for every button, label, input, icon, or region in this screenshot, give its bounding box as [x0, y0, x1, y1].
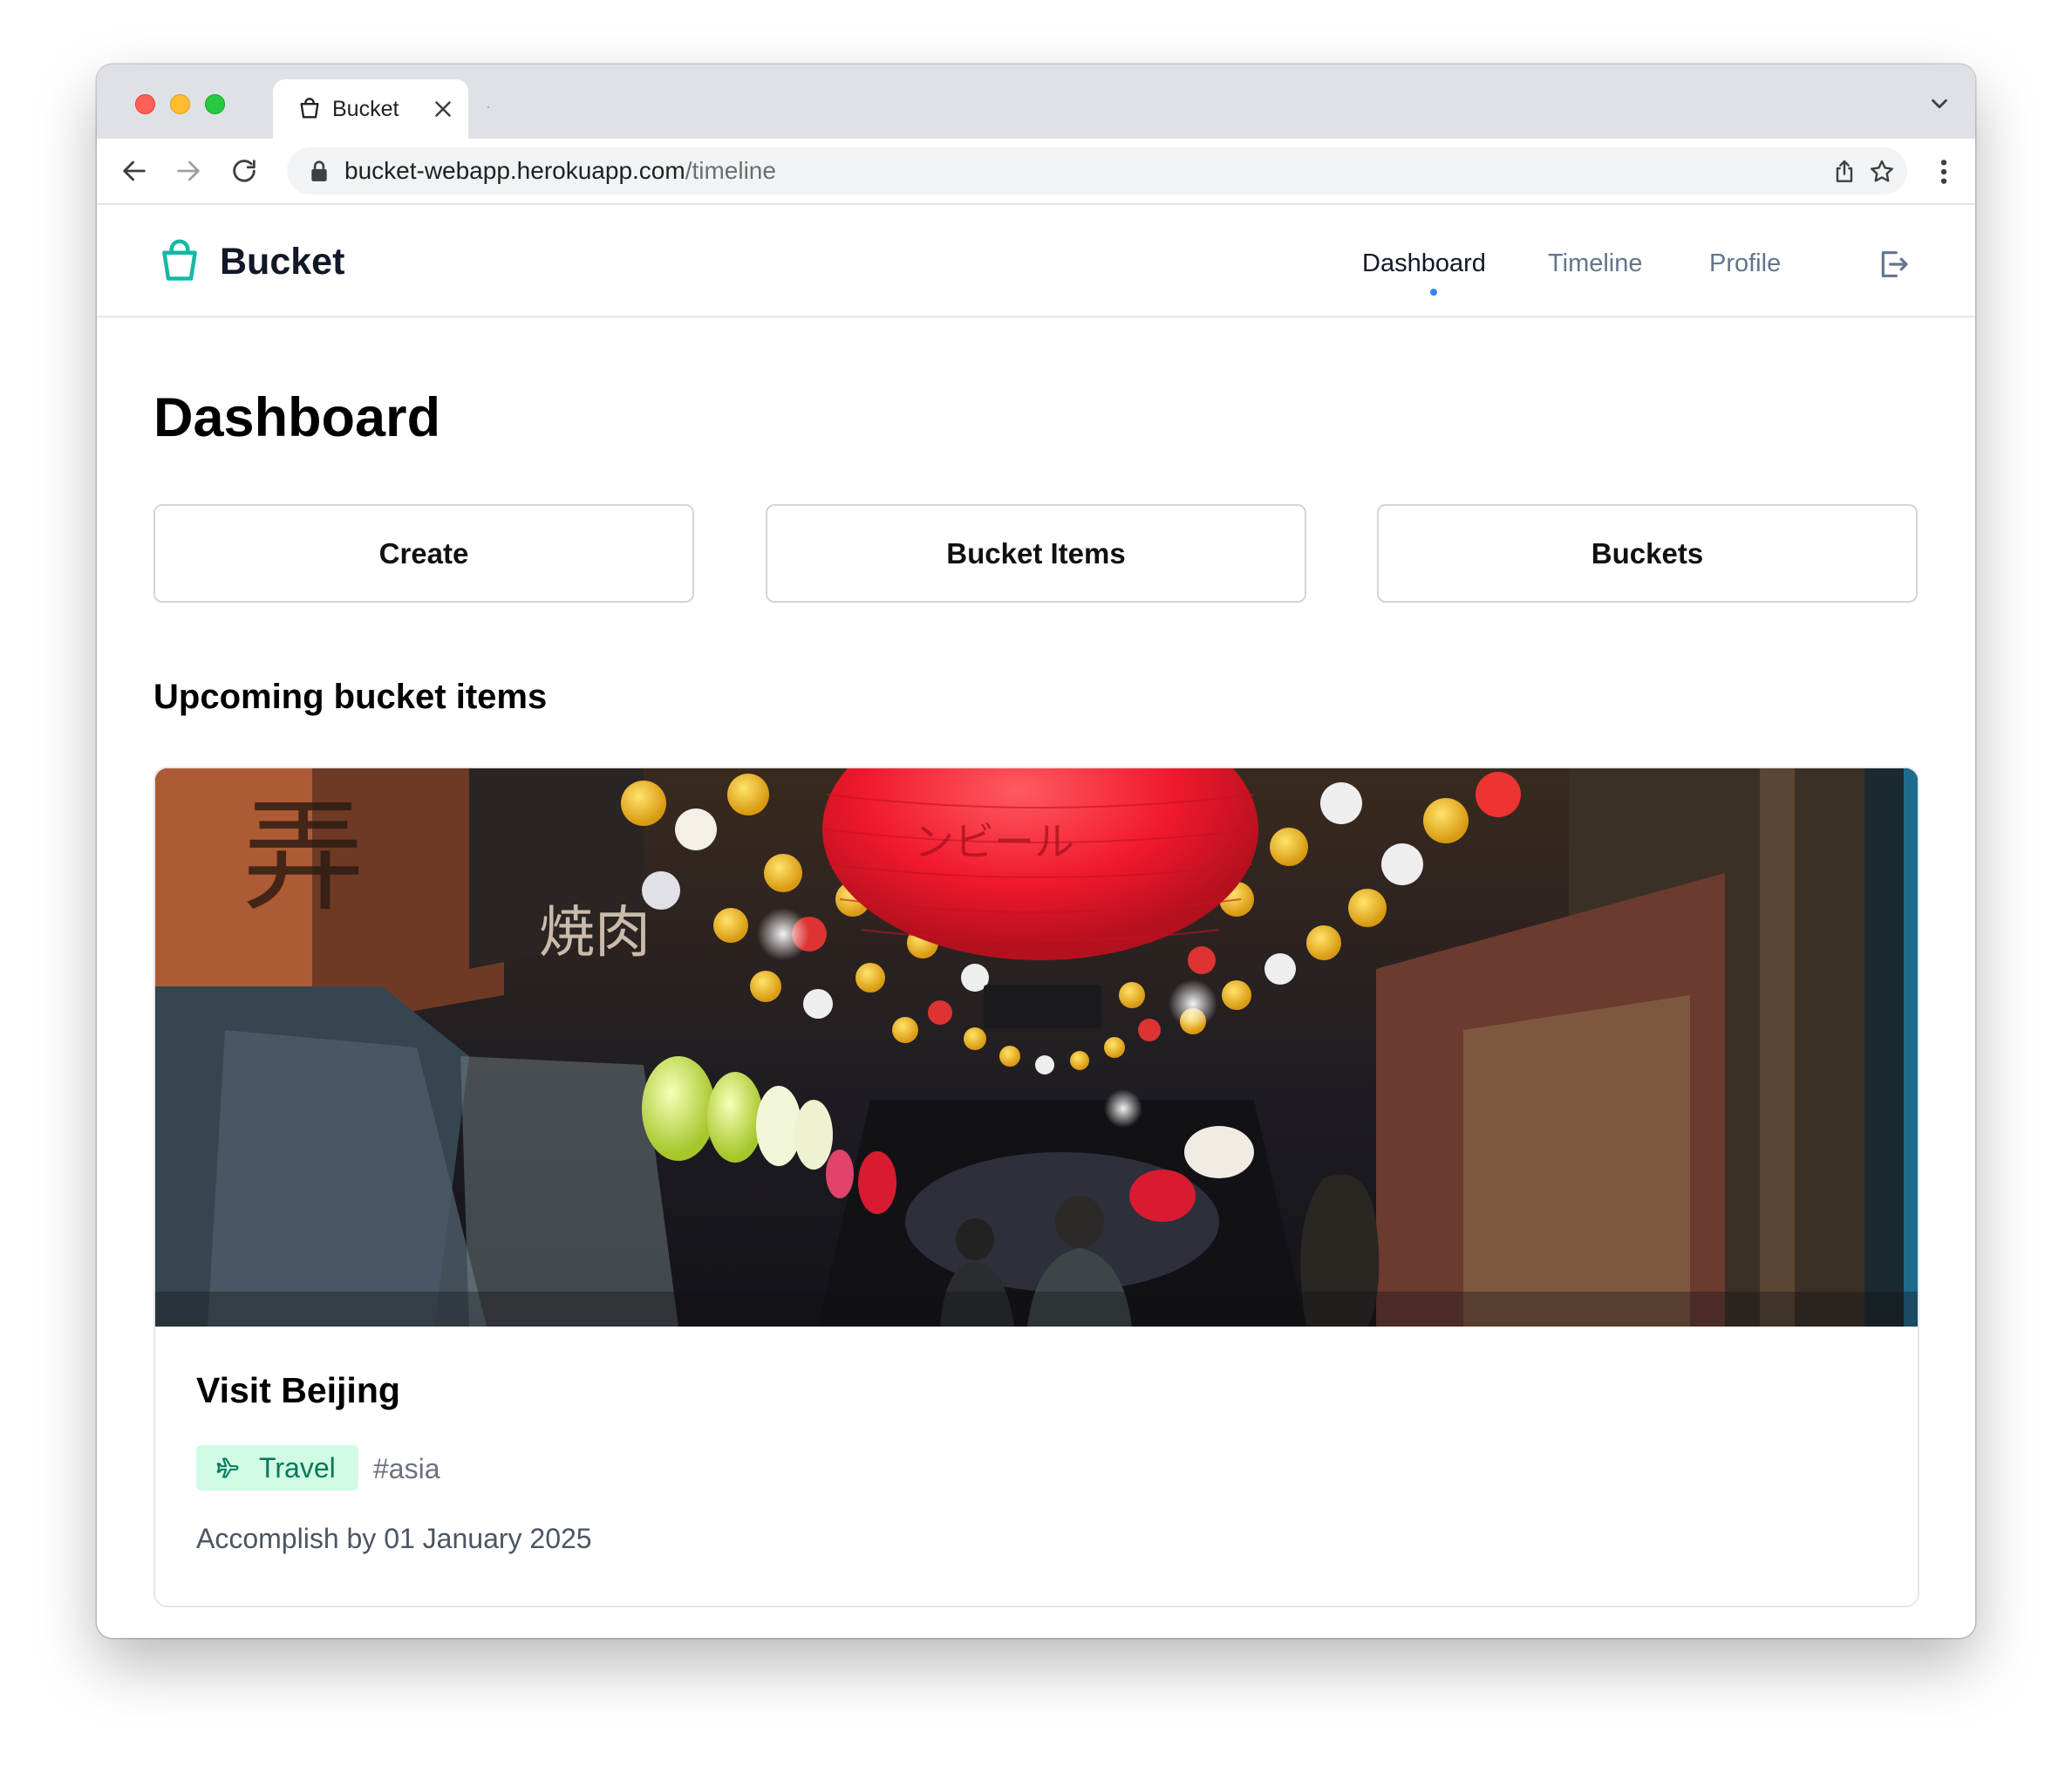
reload-icon[interactable]	[229, 156, 259, 186]
svg-text:焼肉: 焼肉	[539, 901, 651, 965]
logout-icon[interactable]	[1876, 247, 1911, 282]
bucket-logo-icon[interactable]	[160, 238, 200, 283]
minimize-window-button[interactable]	[170, 94, 190, 114]
card-image: 弄 焼肉 ンビール	[155, 768, 1918, 1327]
hashtag[interactable]: #asia	[373, 1453, 440, 1484]
airplane-icon	[216, 1457, 239, 1478]
tab-strip: Bucket	[97, 65, 1975, 139]
app-navbar: Bucket Dashboard Timeline Profile	[97, 205, 1975, 317]
nav-profile[interactable]: Profile	[1709, 249, 1781, 278]
web-page: Bucket Dashboard Timeline Profile Dashbo…	[97, 205, 1975, 1638]
star-icon[interactable]	[1868, 158, 1896, 186]
page-title: Dashboard	[153, 387, 441, 448]
section-title: Upcoming bucket items	[153, 678, 548, 716]
browser-window: Bucket bucket-webapp.herokuapp.com/timel…	[97, 65, 1975, 1638]
url-text[interactable]: bucket-webapp.herokuapp.com/timeline	[344, 158, 776, 184]
buckets-button-label: Buckets	[1591, 536, 1704, 570]
url-path: /timeline	[685, 157, 776, 184]
bucket-items-button-label: Bucket Items	[946, 536, 1126, 570]
back-arrow-icon[interactable]	[119, 156, 149, 186]
buckets-button[interactable]: Buckets	[1377, 504, 1918, 603]
forward-arrow-icon[interactable]	[174, 156, 203, 186]
create-button[interactable]: Create	[153, 504, 694, 603]
close-window-button[interactable]	[135, 94, 155, 114]
chevron-down-icon[interactable]	[1926, 91, 1953, 117]
svg-text:ンビール: ンビール	[914, 818, 1074, 865]
create-button-label: Create	[378, 536, 469, 570]
close-icon[interactable]	[430, 96, 456, 122]
svg-text:弄: 弄	[242, 787, 365, 929]
nav-dashboard[interactable]: Dashboard	[1362, 249, 1486, 278]
more-vertical-icon[interactable]	[1939, 158, 1949, 186]
due-date: Accomplish by 01 January 2025	[196, 1523, 592, 1554]
address-bar[interactable]: bucket-webapp.herokuapp.com/timeline	[287, 147, 1907, 194]
item-title[interactable]: Visit Beijing	[196, 1368, 400, 1412]
share-icon[interactable]	[1830, 158, 1858, 186]
tab-divider	[487, 106, 489, 108]
maximize-window-button[interactable]	[205, 94, 225, 114]
category-badge[interactable]: Travel	[196, 1445, 358, 1491]
tab-title: Bucket	[332, 97, 399, 121]
category-label: Travel	[259, 1452, 336, 1484]
browser-tab[interactable]: Bucket	[273, 79, 468, 139]
browser-toolbar: bucket-webapp.herokuapp.com/timeline	[97, 139, 1975, 205]
url-host: bucket-webapp.herokuapp.com	[344, 157, 685, 184]
lock-icon[interactable]	[310, 160, 329, 182]
bucket-items-button[interactable]: Bucket Items	[766, 504, 1306, 603]
bucket-icon	[300, 98, 319, 119]
bucket-item-card[interactable]: 弄 焼肉 ンビール Visit Beijing Travel #asia Acc…	[153, 767, 1919, 1607]
nav-timeline[interactable]: Timeline	[1548, 249, 1643, 278]
active-nav-indicator	[1430, 289, 1437, 296]
brand-name[interactable]: Bucket	[220, 240, 344, 283]
